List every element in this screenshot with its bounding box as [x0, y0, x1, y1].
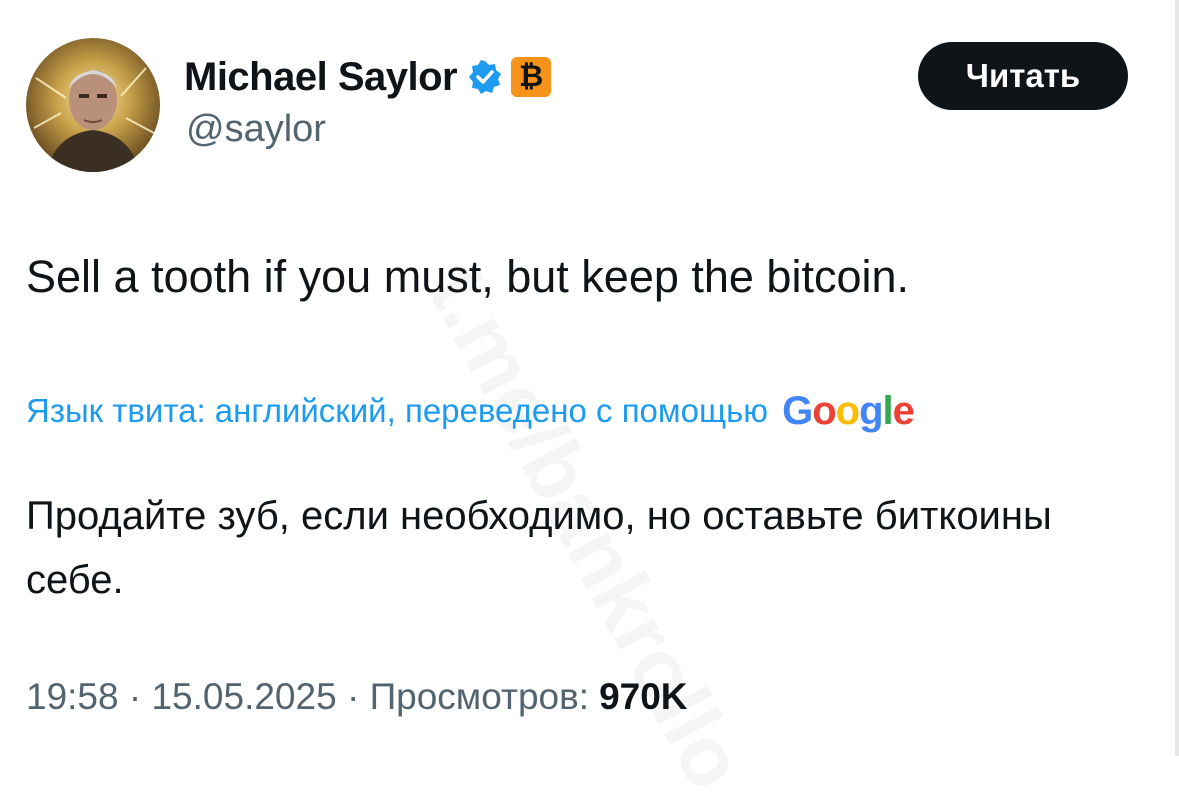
views-count: 970K — [599, 676, 688, 717]
translation-attribution: Язык твита: английский, переведено с пом… — [26, 386, 915, 436]
follow-button[interactable]: Читать — [918, 42, 1128, 110]
avatar[interactable] — [26, 38, 160, 172]
views-label: Просмотров: — [369, 676, 590, 717]
meta-separator: · — [346, 676, 360, 717]
google-logo: Google — [782, 388, 915, 433]
tweet-date[interactable]: 15.05.2025 — [151, 676, 336, 718]
bitcoin-badge-icon: ₿ — [511, 57, 552, 97]
translated-tweet-text: Продайте зуб, если необходимо, но оставь… — [26, 494, 1052, 602]
translation-label[interactable]: Язык твита: английский, переведено с пом… — [26, 392, 768, 430]
tweet-text: Sell a tooth if you must, but keep the b… — [26, 251, 910, 302]
right-edge-border — [1175, 0, 1179, 756]
author-name-row: Michael Saylor ₿ — [184, 52, 552, 102]
meta-separator: · — [128, 676, 142, 717]
tweet-meta: 19:58 · 15.05.2025 · Просмотров: 970K — [26, 672, 688, 722]
tweet-time[interactable]: 19:58 — [26, 676, 119, 718]
verified-badge-icon — [469, 60, 502, 94]
author-handle[interactable]: @saylor — [186, 108, 326, 151]
author-name[interactable]: Michael Saylor — [184, 55, 458, 100]
